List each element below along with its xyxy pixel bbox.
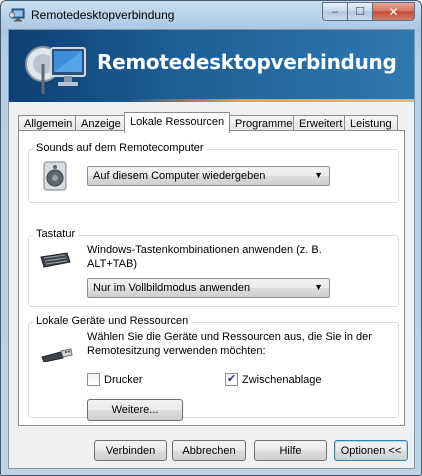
sounds-dropdown-value: Auf diesem Computer wiedergeben	[93, 170, 266, 182]
more-devices-button-label: Weitere...	[111, 404, 159, 416]
minimize-button[interactable]: –	[322, 2, 348, 21]
clipboard-checkbox-box[interactable]: ✔	[225, 373, 238, 386]
help-button[interactable]: Hilfe	[254, 440, 327, 461]
printer-checkbox[interactable]: Drucker	[87, 373, 143, 386]
dialog-client-area: Remotedesktopverbindung Allgemein Anzeig…	[8, 29, 415, 469]
minimize-icon: –	[331, 5, 339, 18]
cancel-button[interactable]: Abbrechen	[172, 440, 246, 461]
printer-checkbox-label: Drucker	[104, 373, 143, 386]
chevron-down-icon: ▼	[314, 282, 323, 292]
connect-button-label: Verbinden	[105, 444, 156, 457]
help-button-label: Hilfe	[279, 444, 302, 457]
window-title: Remotedesktopverbindung	[31, 8, 175, 22]
banner: Remotedesktopverbindung	[9, 30, 414, 102]
remote-desktop-icon	[9, 8, 25, 22]
sounds-group: Sounds auf dem Remotecomputer Auf diesem…	[28, 142, 399, 203]
keyboard-dropdown[interactable]: Nur im Vollbildmodus anwenden ▼	[87, 278, 330, 298]
banner-accent-stripe	[129, 99, 414, 102]
speaker-icon	[43, 161, 67, 191]
checkmark-icon: ✔	[226, 373, 237, 385]
clipboard-checkbox-label: Zwischenablage	[242, 373, 322, 386]
devices-group: Lokale Geräte und Ressourcen Wählen Sie …	[28, 315, 399, 421]
close-icon: ✕	[388, 4, 399, 19]
clipboard-checkbox[interactable]: ✔ Zwischenablage	[225, 373, 322, 386]
maximize-icon: ☐	[355, 6, 365, 18]
devices-description: Wählen Sie die Geräte und Ressourcen aus…	[87, 331, 372, 357]
options-button[interactable]: Optionen <<	[334, 440, 408, 461]
maximize-button[interactable]: ☐	[347, 2, 373, 21]
tab-panel-lokale-ressourcen: Sounds auf dem Remotecomputer Auf diesem…	[18, 130, 405, 426]
printer-checkbox-box[interactable]	[87, 373, 100, 386]
tab-lokale-ressourcen[interactable]: Lokale Ressourcen	[124, 112, 231, 133]
sounds-dropdown[interactable]: Auf diesem Computer wiedergeben ▼	[87, 166, 330, 186]
banner-title: Remotedesktopverbindung	[97, 50, 397, 74]
keyboard-group-label: Tastatur	[33, 228, 79, 240]
connect-button[interactable]: Verbinden	[94, 440, 167, 461]
remote-desktop-window: Remotedesktopverbindung – ☐ ✕ Remotedesk…	[0, 0, 422, 476]
more-devices-button[interactable]: Weitere...	[87, 399, 183, 421]
options-button-label: Optionen <<	[340, 444, 402, 457]
caption-buttons: – ☐ ✕	[322, 2, 415, 21]
close-button[interactable]: ✕	[372, 2, 415, 21]
monitor-satellite-icon	[25, 46, 86, 94]
usb-plug-icon	[41, 348, 73, 362]
chevron-down-icon: ▼	[314, 170, 323, 180]
keyboard-dropdown-value: Nur im Vollbildmodus anwenden	[93, 282, 251, 294]
keyboard-description: Windows-Tastenkombinationen anwenden (z.…	[87, 244, 322, 270]
keyboard-group: Tastatur Windows-Tastenkombinationen anw…	[28, 228, 399, 307]
keyboard-icon	[40, 252, 71, 268]
title-bar[interactable]: Remotedesktopverbindung – ☐ ✕	[1, 1, 421, 29]
cancel-button-label: Abbrechen	[182, 444, 236, 457]
devices-group-label: Lokale Geräte und Ressourcen	[33, 315, 192, 327]
sounds-group-label: Sounds auf dem Remotecomputer	[33, 142, 207, 154]
